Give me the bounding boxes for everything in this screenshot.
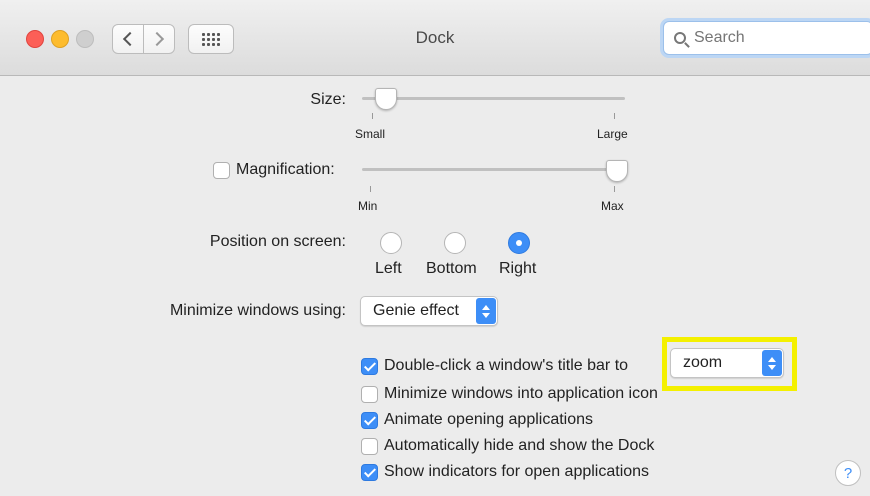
size-slider-knob[interactable] (375, 88, 397, 110)
size-max-label: Large (597, 127, 628, 141)
minimize-effect-value: Genie effect (373, 302, 459, 319)
search-field[interactable] (663, 21, 870, 55)
position-right-radio[interactable] (508, 232, 530, 254)
system-preferences-window: Dock Size: Small Large Magnification: Mi… (0, 0, 870, 496)
autohide-dock-checkbox[interactable] (361, 438, 378, 455)
magnification-min-label: Min (358, 199, 378, 213)
show-indicators-label: Show indicators for open applications (384, 463, 650, 480)
magnification-max-label: Max (601, 199, 624, 213)
show-indicators-checkbox[interactable] (361, 464, 378, 481)
animate-opening-checkbox[interactable] (361, 412, 378, 429)
autohide-dock-label: Automatically hide and show the Dock (384, 437, 655, 454)
position-left-radio[interactable] (380, 232, 402, 254)
help-button[interactable]: ? (835, 460, 861, 486)
position-label: Position on screen: (209, 233, 346, 250)
magnification-slider-track[interactable] (362, 168, 625, 171)
size-slider-track[interactable] (362, 97, 625, 100)
size-label: Size: (310, 91, 346, 108)
double-click-checkbox[interactable] (361, 358, 378, 375)
title-bar: Dock (0, 0, 870, 76)
position-bottom-label: Bottom (426, 260, 477, 277)
minimize-into-icon-label: Minimize windows into application icon (384, 385, 658, 402)
minimize-into-icon-checkbox[interactable] (361, 386, 378, 403)
search-icon (674, 32, 686, 44)
animate-opening-label: Animate opening applications (384, 411, 594, 428)
highlight-box (662, 337, 797, 391)
magnification-slider-knob[interactable] (606, 160, 628, 182)
magnification-label: Magnification: (236, 161, 335, 178)
search-input[interactable] (694, 29, 864, 47)
popup-arrows-icon (476, 298, 496, 324)
position-bottom-radio[interactable] (444, 232, 466, 254)
size-min-label: Small (355, 127, 386, 141)
position-left-label: Left (375, 260, 402, 277)
double-click-label: Double-click a window's title bar to (384, 357, 629, 374)
help-icon: ? (843, 464, 853, 482)
minimize-label: Minimize windows using: (169, 302, 346, 319)
magnification-checkbox[interactable] (213, 162, 230, 179)
minimize-effect-popup[interactable]: Genie effect (360, 296, 498, 326)
position-right-label: Right (499, 260, 537, 277)
